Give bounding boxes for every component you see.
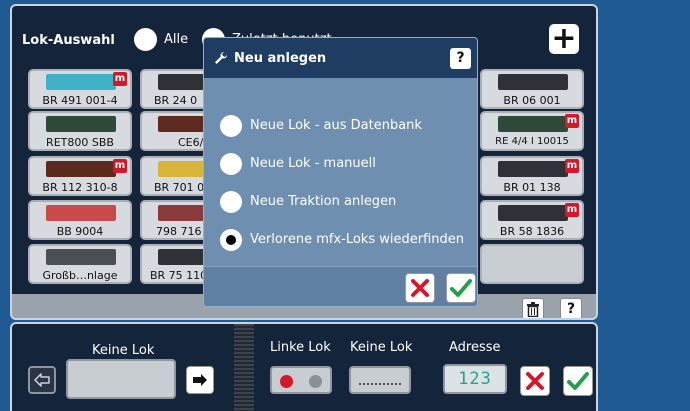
loco-tile[interactable]: RET800 SBB (28, 111, 132, 151)
loco-image (498, 74, 568, 90)
status-dot-grey (309, 375, 322, 388)
option-database-radio[interactable] (220, 115, 242, 137)
right-loco-selector[interactable] (349, 366, 411, 394)
empty-placeholder-line (359, 383, 401, 385)
filter-all-label: Alle (164, 32, 189, 47)
loco-image (46, 249, 116, 265)
loco-tile[interactable]: m BR 491 001-4 (28, 69, 132, 109)
loco-tile[interactable]: m BR 01 138 (480, 156, 584, 196)
next-loco-button[interactable] (186, 366, 214, 394)
option-traction-radio[interactable] (220, 191, 242, 213)
option-recover-mfx-radio[interactable] (220, 229, 242, 251)
arrow-right-icon (193, 374, 207, 386)
loco-tile[interactable]: m RE 4/4 I 10015 (480, 111, 584, 151)
loco-name: BR 491 001-4 (42, 94, 118, 107)
loco-name: BB 9004 (56, 225, 104, 238)
option-manual-radio[interactable] (220, 153, 242, 175)
loco-tile[interactable]: BR 06 001 (480, 69, 584, 109)
dialog-ok-button[interactable] (446, 273, 476, 303)
left-loco-selector[interactable] (270, 366, 332, 394)
wrench-icon (215, 52, 227, 64)
loco-tile[interactable]: BB 9004 (28, 200, 132, 240)
loco-name: BR 06 001 (503, 94, 561, 107)
previous-loco-button[interactable] (28, 366, 56, 394)
arrow-left-icon (34, 373, 50, 387)
loco-name: RE 4/4 I 10015 (495, 136, 569, 147)
empty-tile[interactable] (480, 244, 584, 284)
mfx-badge: m (565, 114, 579, 128)
check-icon (567, 372, 589, 390)
cross-icon (411, 279, 429, 297)
new-entry-dialog: Neu anlegen ? Neue Lok - aus Datenbank N… (203, 37, 478, 307)
mfx-badge: m (113, 159, 127, 173)
address-field[interactable]: 123 (443, 364, 507, 394)
trash-icon (527, 301, 539, 317)
mfx-badge: m (565, 203, 579, 217)
loco-tile[interactable]: Großb…nlage (28, 244, 132, 284)
loco-image (46, 161, 116, 177)
loco-image (46, 205, 116, 221)
address-value: 123 (458, 369, 492, 389)
dialog-cancel-button[interactable] (405, 273, 435, 303)
dialog-help-button[interactable]: ? (450, 48, 471, 69)
plus-icon: + (551, 21, 577, 56)
dialog-footer (204, 266, 477, 306)
current-loco-label: Keine Lok (92, 343, 155, 358)
left-loco-label: Linke Lok (270, 340, 331, 355)
address-label: Adresse (449, 340, 501, 355)
loco-name: RET800 SBB (46, 136, 114, 149)
option-manual-label: Neue Lok - manuell (250, 156, 376, 171)
check-icon (450, 279, 472, 297)
radio-selected-dot (226, 235, 236, 245)
add-loco-button[interactable]: + (549, 24, 579, 54)
loco-tile[interactable]: m BR 112 310-8 (28, 156, 132, 196)
right-loco-label: Keine Lok (350, 340, 413, 355)
status-dot-red (280, 375, 293, 388)
loco-name: BR 01 138 (503, 181, 561, 194)
loco-name: BR 58 1836 (499, 225, 565, 238)
current-loco-display[interactable] (66, 359, 176, 399)
panel-divider-handle[interactable] (234, 324, 254, 411)
filter-all-radio[interactable] (134, 28, 157, 51)
loco-image (498, 116, 568, 132)
option-recover-mfx-label: Verlorene mfx-Loks wiederfinden (250, 232, 464, 247)
loco-image (498, 161, 568, 177)
panel-title: Lok-Auswahl (22, 33, 115, 48)
control-panel: Keine Lok Linke Lok Keine Lok Adresse 12… (10, 322, 598, 411)
help-button[interactable]: ? (560, 298, 582, 318)
mfx-badge: m (113, 72, 127, 86)
loco-image (46, 74, 116, 90)
dialog-title: Neu anlegen (234, 51, 327, 66)
confirm-button[interactable] (563, 366, 593, 396)
cancel-button[interactable] (520, 366, 550, 396)
loco-image (498, 205, 568, 221)
cross-icon (526, 372, 544, 390)
loco-name: Großb…nlage (42, 269, 118, 282)
loco-image (46, 116, 116, 132)
delete-button[interactable] (522, 298, 544, 318)
loco-tile[interactable]: m BR 58 1836 (480, 200, 584, 240)
option-database-label: Neue Lok - aus Datenbank (250, 118, 422, 133)
loco-name: BR 112 310-8 (42, 181, 118, 194)
option-traction-label: Neue Traktion anlegen (250, 194, 397, 209)
mfx-badge: m (565, 159, 579, 173)
